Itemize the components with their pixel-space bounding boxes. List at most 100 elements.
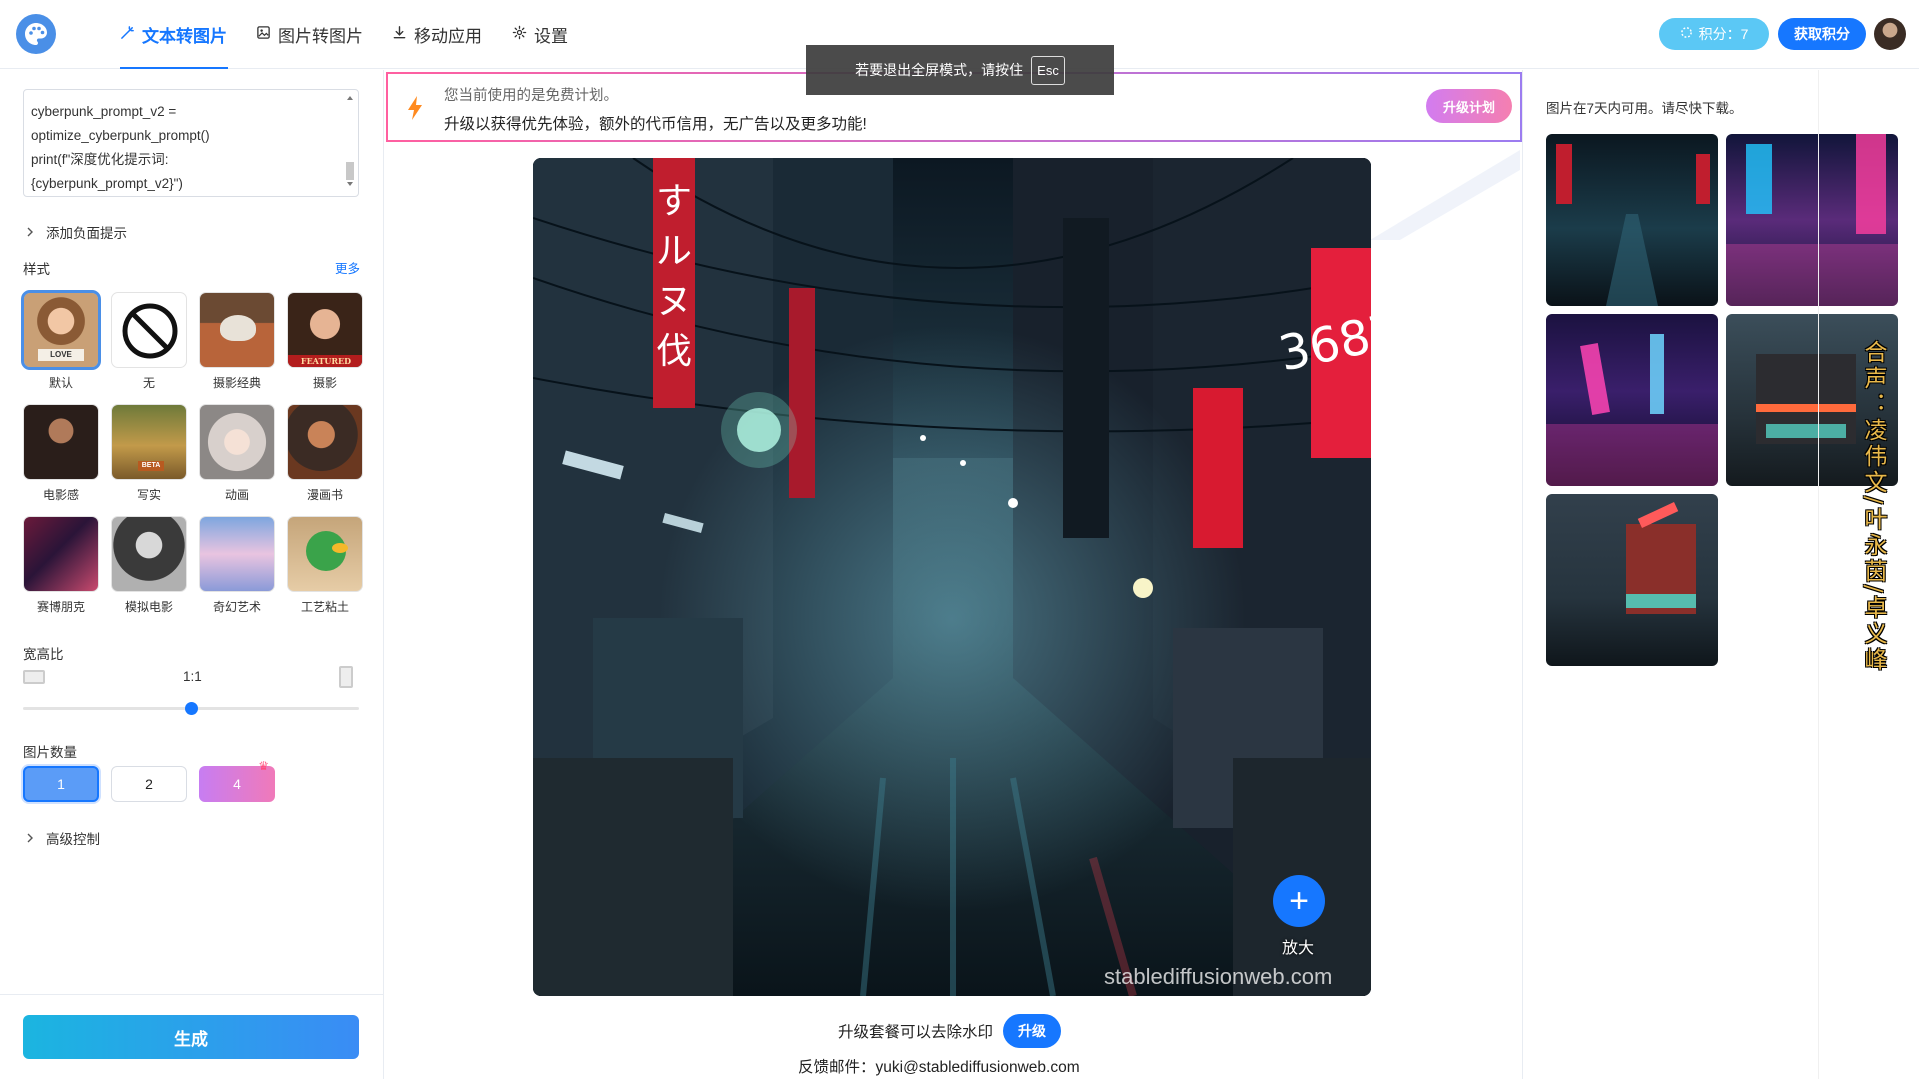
beta-badge: BETA [138,461,164,471]
style-option-photo-classic[interactable]: 摄影经典 [199,292,275,391]
style-option-none[interactable]: 无 [111,292,187,391]
style-name: 摄影 [312,376,337,390]
spinner-icon [1680,26,1693,42]
generate-footer: 生成 [0,994,384,1079]
count-option-2[interactable]: 2 [111,766,187,802]
feedback-email[interactable]: 反馈邮件：yuki@stablediffusionweb.com [798,1055,1080,1077]
fullscreen-exit-toast: 若要退出全屏模式，请按住 Esc [806,45,1114,95]
style-thumb [287,516,363,592]
prompt-scrollbar[interactable] [345,92,355,190]
upgrade-plan-button[interactable]: 升级计划 [1426,89,1512,123]
history-image-2[interactable] [1726,134,1898,306]
chevron-right-icon [26,831,34,846]
generate-button[interactable]: 生成 [23,1015,359,1059]
featured-badge: FEATURED [288,355,362,367]
image-icon [256,25,271,45]
zoom-in-button[interactable]: + [1273,875,1325,927]
tab-text-to-image[interactable]: 文本转图片 [120,0,228,69]
count-label: 4 [233,776,241,792]
image-count-label: 图片数量 [23,745,77,760]
slider-knob[interactable] [184,702,198,715]
style-name: 写实 [136,488,161,502]
style-option-cinematic[interactable]: 电影感 [23,404,99,503]
history-image-3[interactable] [1546,314,1718,486]
sign-left-text-4: 伐 [656,331,692,372]
negative-prompt-label: 添加负面提示 [46,226,127,241]
history-thumb-art [1546,334,1718,486]
tab-label: 文本转图片 [142,27,227,46]
toast-text: 若要退出全屏模式，请按住 [855,62,1024,78]
history-thumb-art [1626,502,1696,614]
landscape-ratio-icon[interactable] [23,670,45,684]
style-option-craft-clay[interactable]: 工艺粘土 [287,516,363,615]
decorative-ribbon [1370,150,1520,240]
scroll-thumb[interactable] [346,162,354,180]
upgrade-pitch-text: 升级以获得优先体验，额外的代币信用，无广告以及更多功能! [444,116,867,133]
generated-image[interactable]: す ル ヌ 伐 3687 [533,158,1371,996]
style-name: 无 [142,376,155,390]
tab-mobile-app[interactable]: 移动应用 [392,0,482,69]
style-option-realistic[interactable]: BETA 写实 [111,404,187,503]
style-thumb [199,404,275,480]
more-styles-link[interactable]: 更多 [335,258,360,277]
cyberpunk-alley-illustration: す ル ヌ 伐 3687 [533,158,1371,996]
tab-settings[interactable]: 设置 [512,0,568,69]
left-panel: cyberpunk_prompt_v2 = optimize_cyberpunk… [0,70,384,1079]
count-option-4[interactable]: 4 ♛ [199,759,275,802]
style-thumb [199,516,275,592]
prompt-input[interactable]: cyberpunk_prompt_v2 = optimize_cyberpunk… [23,89,359,197]
style-name: 模拟电影 [124,600,173,614]
style-name: 默认 [48,376,73,390]
zoom-label: 放大 [1282,940,1315,957]
style-thumb [111,292,187,368]
style-thumb [23,404,99,480]
style-name: 工艺粘土 [300,600,349,614]
no-entry-icon [122,303,178,359]
history-image-1[interactable] [1546,134,1718,306]
portrait-ratio-icon[interactable] [339,666,353,688]
tab-image-to-image[interactable]: 图片转图片 [256,0,363,69]
sign-left-text-3: ヌ [656,281,692,322]
count-option-1[interactable]: 1 [23,766,99,802]
style-option-analog-film[interactable]: 模拟电影 [111,516,187,615]
style-name: 动画 [224,488,249,502]
add-negative-prompt-toggle[interactable]: 添加负面提示 [26,222,127,242]
history-image-5[interactable] [1546,494,1718,666]
style-thumb [199,292,275,368]
aspect-ratio-label: 宽高比 [23,647,64,662]
style-option-cyberpunk[interactable]: 赛博朋克 [23,516,99,615]
crown-icon: ♛ [258,759,269,773]
style-thumb: BETA [111,404,187,480]
tab-label: 移动应用 [414,27,482,46]
style-option-anime[interactable]: 动画 [199,404,275,503]
history-thumb-art [1726,134,1898,306]
availability-note: 图片在7天内可用。请尽快下载。 [1546,101,1743,116]
avatar[interactable] [1874,18,1906,50]
image-watermark: stablediffusionweb.com [1104,964,1333,989]
style-option-fantasy-art[interactable]: 奇幻艺术 [199,516,275,615]
remove-watermark-upgrade-button[interactable]: 升级 [1003,1014,1062,1048]
style-option-default[interactable]: LOVE 默认 [21,290,101,391]
style-option-comic[interactable]: 漫画书 [287,404,363,503]
advanced-controls-toggle[interactable]: 高级控制 [26,828,100,848]
style-thumb [111,516,187,592]
plus-icon: + [1289,882,1309,920]
style-option-photo[interactable]: FEATURED 摄影 [287,292,363,391]
clay-beak-shape [332,543,348,553]
style-thumb: LOVE [21,290,101,370]
style-thumb [287,404,363,480]
style-name: 摄影经典 [212,376,261,390]
style-name: 赛博朋克 [36,600,85,614]
points-badge[interactable]: 积分：7 [1659,18,1769,50]
get-points-button[interactable]: 获取积分 [1778,18,1866,50]
aspect-ratio-slider[interactable] [23,702,359,715]
watermark-notice-row: 升级套餐可以去除水印 升级 [838,1014,1062,1048]
palette-logo-icon[interactable] [16,14,56,54]
style-thumb: FEATURED [287,292,363,368]
style-name: 电影感 [42,488,79,502]
magic-wand-icon [120,25,135,45]
style-label: 样式 [23,262,50,277]
plan-status-text: 您当前使用的是免费计划。 [444,88,618,104]
love-badge: LOVE [38,349,84,361]
esc-key: Esc [1031,55,1065,85]
